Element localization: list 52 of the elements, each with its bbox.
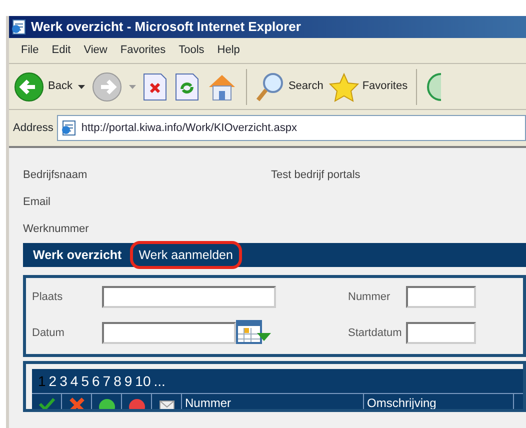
menu-item[interactable]: Help — [217, 42, 240, 59]
field-label: Bedrijfsnaam — [23, 168, 88, 184]
page-icon — [61, 120, 78, 136]
favorites-button[interactable]: Favorites — [329, 72, 408, 102]
field-label: Email — [23, 195, 52, 210]
field-label: Startdatum — [348, 326, 403, 341]
forward-button[interactable] — [91, 70, 124, 102]
nav-link[interactable]: Werk overzicht — [29, 244, 126, 266]
page-link[interactable]: 4 — [70, 370, 78, 392]
menu-item[interactable]: Edit — [52, 42, 71, 59]
page-link[interactable]: 8 — [114, 370, 122, 392]
nav-link[interactable]: Werk aanmelden — [134, 246, 237, 263]
text-field[interactable] — [406, 322, 476, 344]
field-value: Test bedrijf portals — [271, 168, 360, 184]
address-label: Address — [13, 120, 54, 136]
back-button[interactable]: Back — [13, 70, 72, 102]
address-field[interactable]: http://portal.kiwa.info/Work/KIOverzicht.aspx — [57, 115, 526, 141]
refresh-page-icon — [174, 72, 200, 100]
page-icon — [11, 19, 27, 35]
window-title: Werk overzicht - Microsoft Internet Explorer — [31, 18, 301, 36]
field-label: Werknummer — [23, 222, 90, 238]
text-field[interactable] — [102, 286, 276, 308]
stop-page-icon — [142, 72, 168, 100]
page-link[interactable]: 9 — [124, 370, 132, 392]
star-icon — [329, 72, 360, 102]
stop-button[interactable] — [142, 72, 168, 100]
field-label: Nummer — [348, 290, 392, 305]
refresh-button[interactable] — [174, 72, 200, 100]
page-link[interactable]: 3 — [60, 370, 68, 392]
cross-icon[interactable] — [68, 396, 86, 409]
globe-icon — [424, 72, 441, 102]
page-link[interactable]: 6 — [92, 370, 100, 392]
media-button[interactable] — [424, 72, 441, 102]
page-link[interactable]: 10 — [135, 370, 151, 392]
search-icon — [255, 70, 286, 102]
menu-item[interactable]: Tools — [178, 42, 204, 59]
text-field[interactable] — [406, 286, 476, 308]
menu-item[interactable]: File — [21, 42, 39, 59]
column-header[interactable]: Nummer — [182, 394, 364, 409]
field-label: Datum — [32, 326, 66, 341]
page-link[interactable]: 2 — [48, 370, 57, 392]
calendar-icon[interactable] — [236, 320, 272, 346]
menu-item[interactable]: Favorites — [120, 42, 166, 59]
menu-item[interactable]: View — [84, 42, 108, 59]
page-link[interactable]: 5 — [81, 370, 89, 392]
field-label: Plaats — [32, 290, 64, 305]
caret-icon[interactable] — [78, 84, 86, 88]
date-field[interactable] — [102, 322, 236, 344]
page-link[interactable]: ... — [154, 370, 166, 392]
page-link[interactable]: 7 — [102, 370, 111, 392]
search-button[interactable]: Search — [255, 70, 324, 102]
check-icon[interactable] — [38, 396, 56, 409]
